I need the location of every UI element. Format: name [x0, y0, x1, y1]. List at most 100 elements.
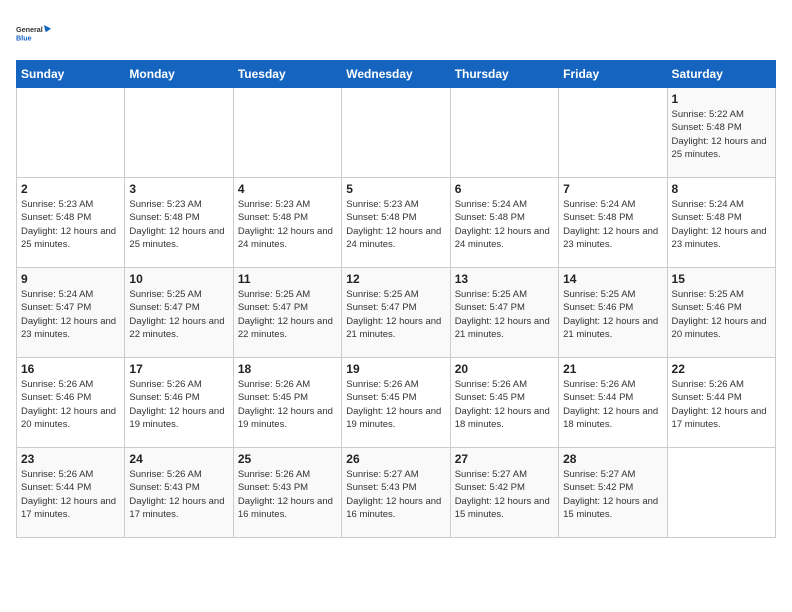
day-info: Sunrise: 5:25 AMSunset: 5:47 PMDaylight:… [129, 288, 228, 341]
calendar-day-23: 23Sunrise: 5:26 AMSunset: 5:44 PMDayligh… [17, 448, 125, 538]
day-number: 24 [129, 452, 228, 466]
day-number: 8 [672, 182, 771, 196]
calendar-day-18: 18 Sunrise: 5:26 AMSunset: 5:45 PMDayligh… [233, 358, 341, 448]
day-number: 10 [129, 272, 228, 286]
calendar-day-7: 7 Sunrise: 5:24 AMSunset: 5:48 PMDaylight… [559, 178, 667, 268]
day-number: 11 [238, 272, 337, 286]
calendar-day-28: 28 Sunrise: 5:27 AMSunset: 5:42 PMDayligh… [559, 448, 667, 538]
day-info: Sunrise: 5:25 AMSunset: 5:46 PMDaylight:… [563, 288, 662, 341]
calendar-day-4: 4 Sunrise: 5:23 AMSunset: 5:48 PMDaylight… [233, 178, 341, 268]
day-number: 28 [563, 452, 662, 466]
day-info: Sunrise: 5:23 AMSunset: 5:48 PMDaylight:… [129, 198, 228, 251]
day-info: Sunrise: 5:24 AMSunset: 5:47 PMDaylight:… [21, 288, 120, 341]
day-number: 26 [346, 452, 445, 466]
day-info: Sunrise: 5:22 AMSunset: 5:48 PMDaylight:… [672, 108, 771, 161]
calendar-day-12: 12 Sunrise: 5:25 AMSunset: 5:47 PMDayligh… [342, 268, 450, 358]
day-info: Sunrise: 5:26 AMSunset: 5:44 PMDaylight:… [563, 378, 662, 431]
day-info: Sunrise: 5:26 AMSunset: 5:45 PMDaylight:… [455, 378, 554, 431]
calendar-day-21: 21 Sunrise: 5:26 AMSunset: 5:44 PMDayligh… [559, 358, 667, 448]
calendar-day-13: 13 Sunrise: 5:25 AMSunset: 5:47 PMDayligh… [450, 268, 558, 358]
day-number: 22 [672, 362, 771, 376]
day-info: Sunrise: 5:25 AMSunset: 5:47 PMDaylight:… [455, 288, 554, 341]
day-info: Sunrise: 5:26 AMSunset: 5:44 PMDaylight:… [21, 468, 120, 521]
day-number: 12 [346, 272, 445, 286]
day-header-friday: Friday [559, 61, 667, 88]
calendar-day-1: 1 Sunrise: 5:22 AMSunset: 5:48 PMDaylight… [667, 88, 775, 178]
calendar-empty-cell [342, 88, 450, 178]
day-number: 21 [563, 362, 662, 376]
calendar-day-2: 2 Sunrise: 5:23 AMSunset: 5:48 PMDaylight… [17, 178, 125, 268]
calendar-empty-cell [450, 88, 558, 178]
day-number: 25 [238, 452, 337, 466]
day-info: Sunrise: 5:26 AMSunset: 5:46 PMDaylight:… [129, 378, 228, 431]
calendar-empty-cell [17, 88, 125, 178]
calendar-empty-cell [667, 448, 775, 538]
calendar-day-17: 17 Sunrise: 5:26 AMSunset: 5:46 PMDayligh… [125, 358, 233, 448]
calendar-day-6: 6 Sunrise: 5:24 AMSunset: 5:48 PMDaylight… [450, 178, 558, 268]
logo-icon: GeneralBlue [16, 16, 52, 52]
day-info: Sunrise: 5:24 AMSunset: 5:48 PMDaylight:… [672, 198, 771, 251]
calendar-day-25: 25Sunrise: 5:26 AMSunset: 5:43 PMDayligh… [233, 448, 341, 538]
day-header-wednesday: Wednesday [342, 61, 450, 88]
calendar-header-row: SundayMondayTuesdayWednesdayThursdayFrid… [17, 61, 776, 88]
day-info: Sunrise: 5:27 AMSunset: 5:43 PMDaylight:… [346, 468, 445, 521]
day-number: 1 [672, 92, 771, 106]
calendar-day-20: 20 Sunrise: 5:26 AMSunset: 5:45 PMDayligh… [450, 358, 558, 448]
day-number: 17 [129, 362, 228, 376]
day-info: Sunrise: 5:25 AMSunset: 5:47 PMDaylight:… [346, 288, 445, 341]
day-number: 9 [21, 272, 120, 286]
day-number: 20 [455, 362, 554, 376]
day-number: 2 [21, 182, 120, 196]
logo: GeneralBlue [16, 16, 52, 52]
calendar-week-row: 23Sunrise: 5:26 AMSunset: 5:44 PMDayligh… [17, 448, 776, 538]
calendar-week-row: 16 Sunrise: 5:26 AMSunset: 5:46 PMDayligh… [17, 358, 776, 448]
calendar-week-row: 2 Sunrise: 5:23 AMSunset: 5:48 PMDaylight… [17, 178, 776, 268]
calendar-empty-cell [559, 88, 667, 178]
calendar-day-19: 19 Sunrise: 5:26 AMSunset: 5:45 PMDayligh… [342, 358, 450, 448]
day-info: Sunrise: 5:24 AMSunset: 5:48 PMDaylight:… [455, 198, 554, 251]
day-header-saturday: Saturday [667, 61, 775, 88]
calendar-day-9: 9 Sunrise: 5:24 AMSunset: 5:47 PMDaylight… [17, 268, 125, 358]
day-number: 4 [238, 182, 337, 196]
day-info: Sunrise: 5:23 AMSunset: 5:48 PMDaylight:… [238, 198, 337, 251]
calendar-day-14: 14 Sunrise: 5:25 AMSunset: 5:46 PMDayligh… [559, 268, 667, 358]
day-header-monday: Monday [125, 61, 233, 88]
day-number: 3 [129, 182, 228, 196]
calendar-day-22: 22Sunrise: 5:26 AMSunset: 5:44 PMDayligh… [667, 358, 775, 448]
day-number: 14 [563, 272, 662, 286]
calendar-day-3: 3 Sunrise: 5:23 AMSunset: 5:48 PMDaylight… [125, 178, 233, 268]
day-info: Sunrise: 5:27 AMSunset: 5:42 PMDaylight:… [563, 468, 662, 521]
calendar-empty-cell [125, 88, 233, 178]
day-info: Sunrise: 5:24 AMSunset: 5:48 PMDaylight:… [563, 198, 662, 251]
day-number: 13 [455, 272, 554, 286]
day-info: Sunrise: 5:26 AMSunset: 5:45 PMDaylight:… [238, 378, 337, 431]
day-header-tuesday: Tuesday [233, 61, 341, 88]
day-header-thursday: Thursday [450, 61, 558, 88]
svg-text:General: General [16, 25, 43, 34]
calendar-day-26: 26 Sunrise: 5:27 AMSunset: 5:43 PMDayligh… [342, 448, 450, 538]
day-number: 27 [455, 452, 554, 466]
calendar-day-24: 24 Sunrise: 5:26 AMSunset: 5:43 PMDayligh… [125, 448, 233, 538]
calendar-week-row: 9 Sunrise: 5:24 AMSunset: 5:47 PMDaylight… [17, 268, 776, 358]
day-number: 15 [672, 272, 771, 286]
day-number: 6 [455, 182, 554, 196]
day-header-sunday: Sunday [17, 61, 125, 88]
day-number: 7 [563, 182, 662, 196]
day-number: 16 [21, 362, 120, 376]
calendar-day-15: 15 Sunrise: 5:25 AMSunset: 5:46 PMDayligh… [667, 268, 775, 358]
day-number: 18 [238, 362, 337, 376]
day-info: Sunrise: 5:25 AMSunset: 5:46 PMDaylight:… [672, 288, 771, 341]
day-info: Sunrise: 5:23 AMSunset: 5:48 PMDaylight:… [21, 198, 120, 251]
day-info: Sunrise: 5:26 AMSunset: 5:43 PMDaylight:… [129, 468, 228, 521]
day-info: Sunrise: 5:26 AMSunset: 5:46 PMDaylight:… [21, 378, 120, 431]
calendar-empty-cell [233, 88, 341, 178]
day-info: Sunrise: 5:27 AMSunset: 5:42 PMDaylight:… [455, 468, 554, 521]
day-number: 19 [346, 362, 445, 376]
calendar-day-27: 27 Sunrise: 5:27 AMSunset: 5:42 PMDayligh… [450, 448, 558, 538]
calendar-table: SundayMondayTuesdayWednesdayThursdayFrid… [16, 60, 776, 538]
day-info: Sunrise: 5:23 AMSunset: 5:48 PMDaylight:… [346, 198, 445, 251]
calendar-day-5: 5Sunrise: 5:23 AMSunset: 5:48 PMDaylight… [342, 178, 450, 268]
day-info: Sunrise: 5:26 AMSunset: 5:45 PMDaylight:… [346, 378, 445, 431]
page-header: GeneralBlue [16, 16, 776, 52]
calendar-week-row: 1 Sunrise: 5:22 AMSunset: 5:48 PMDaylight… [17, 88, 776, 178]
